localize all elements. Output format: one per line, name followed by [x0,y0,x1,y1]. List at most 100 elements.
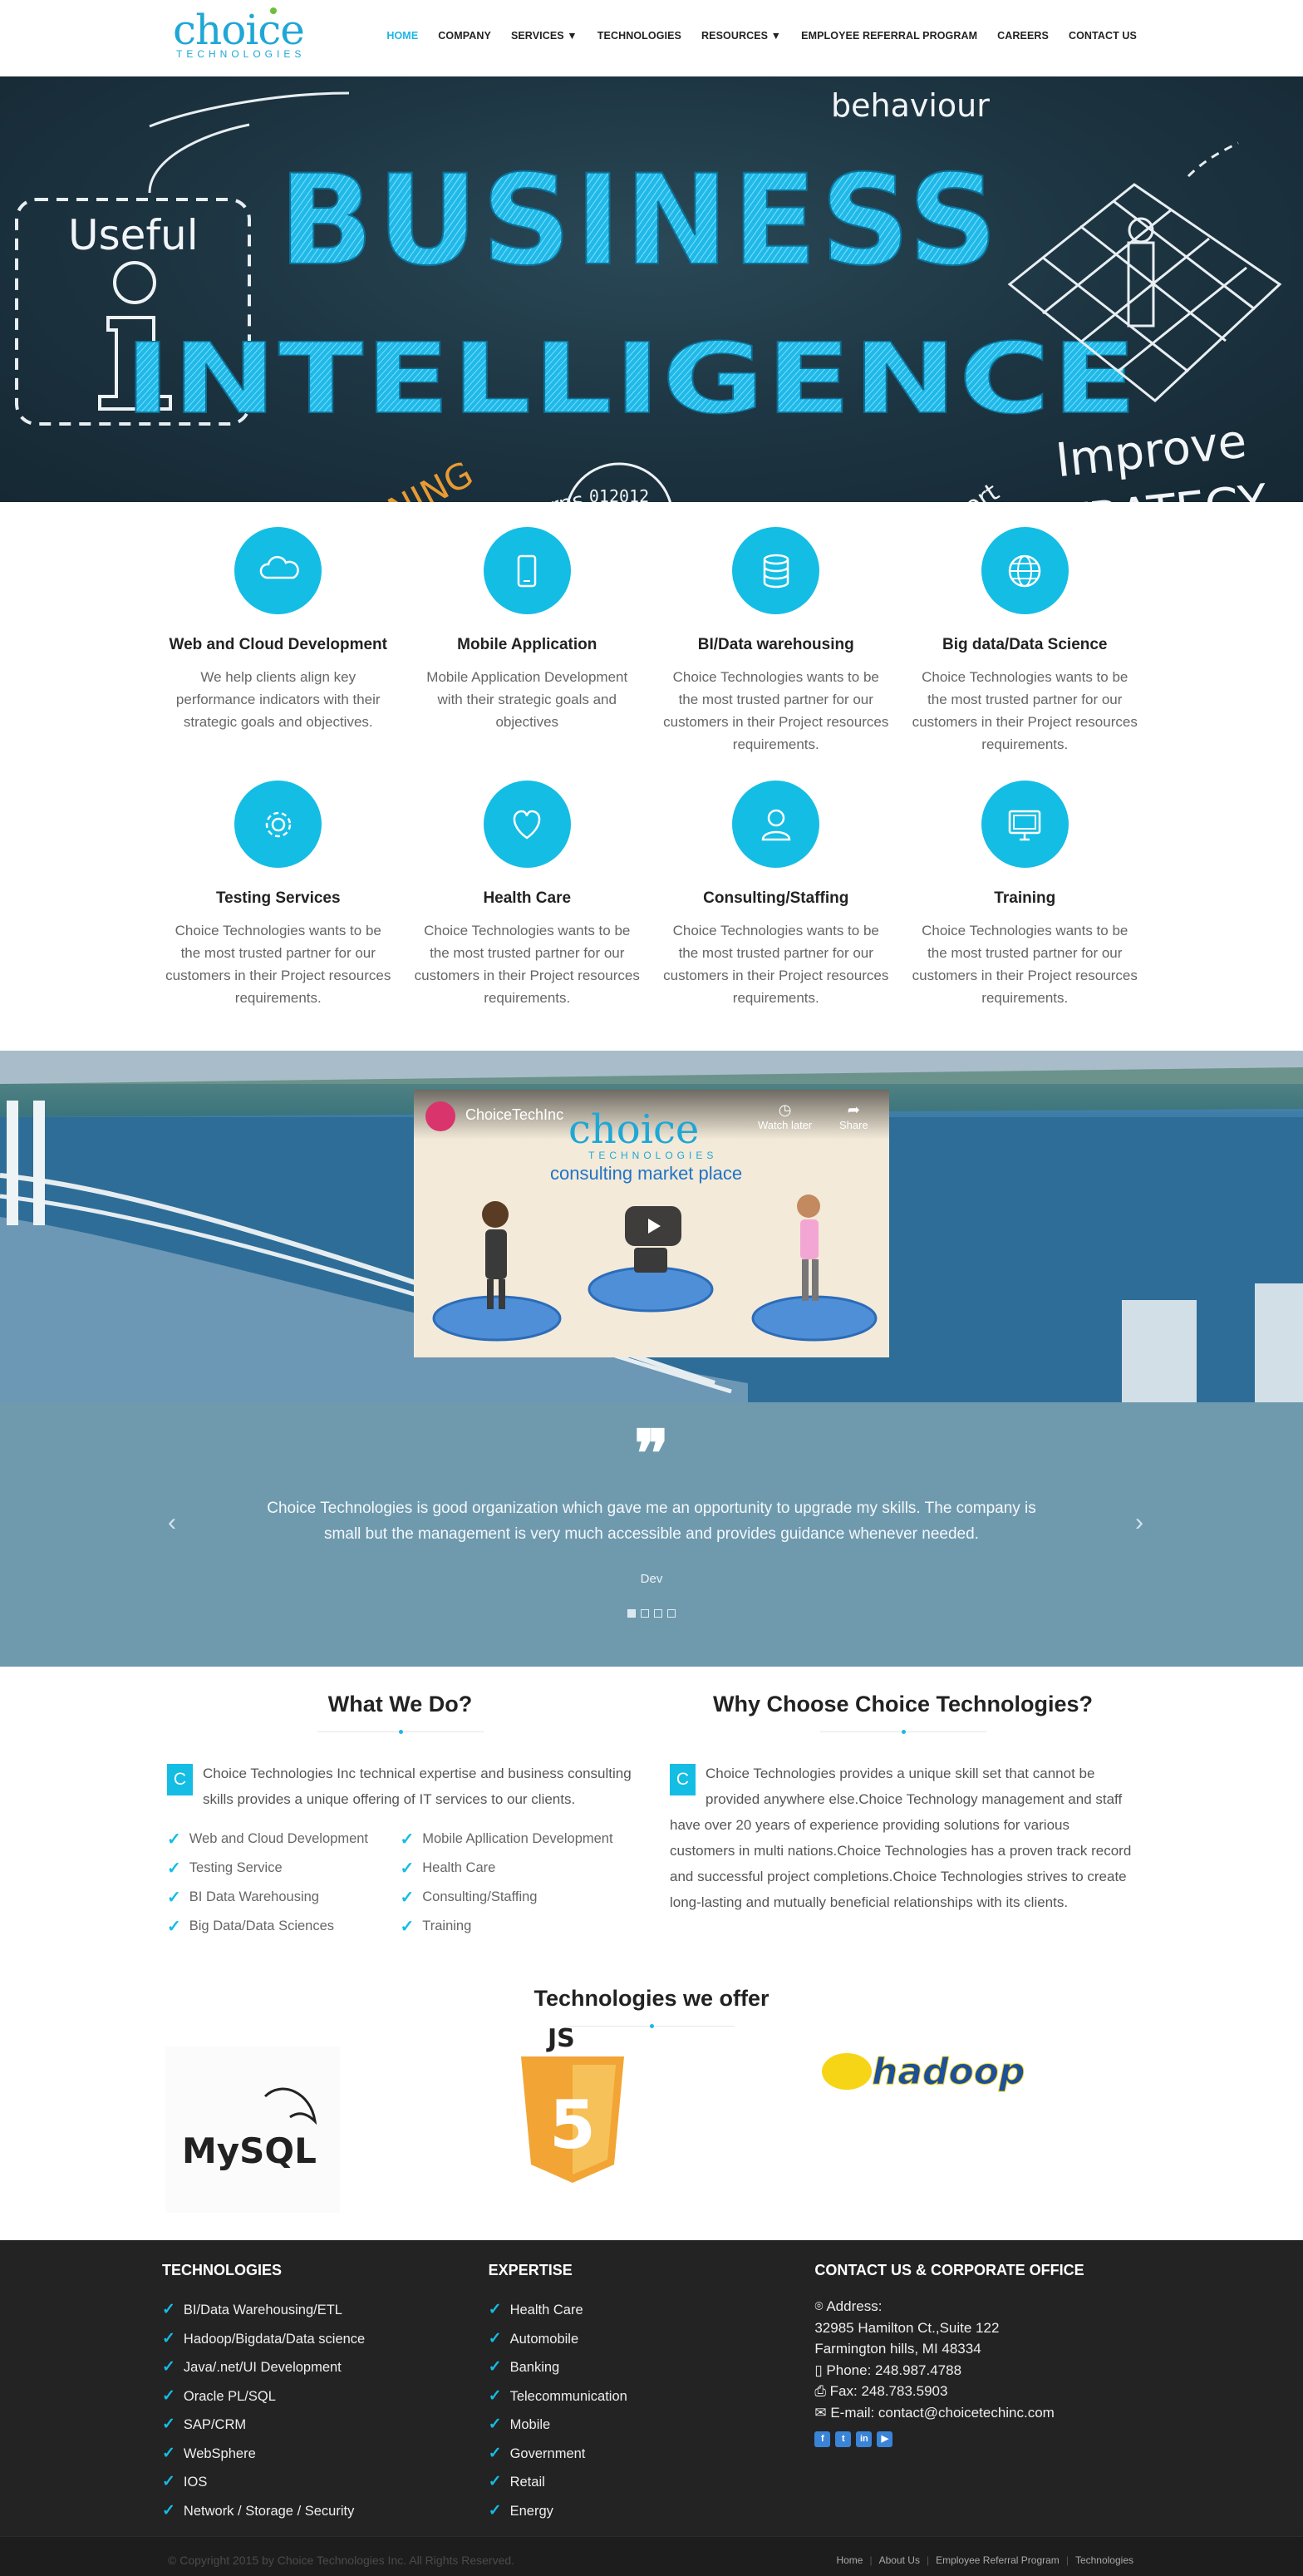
play-button[interactable] [625,1206,681,1246]
service-icon-circle[interactable] [732,781,820,868]
service-icon-circle[interactable] [732,527,820,614]
service-icon-circle[interactable] [483,781,571,868]
service-title[interactable]: Training [912,889,1138,908]
address-line-1: 32985 Hamilton Ct.,Suite 122 [814,2319,1000,2336]
nav-item-resources[interactable]: RESOURCES ▼ [701,30,781,42]
footer-expertise-item[interactable]: ✓ Automobile [489,2325,815,2354]
nav-item-careers[interactable]: CAREERS [997,30,1049,42]
nav-item-technologies[interactable]: TECHNOLOGIES [597,30,681,42]
carousel-dot[interactable] [641,1609,649,1618]
service-icon-circle[interactable] [234,781,322,868]
footer-tech-item[interactable]: ✓ Network / Storage / Security [162,2497,489,2526]
footer-link[interactable]: Home [836,2554,863,2566]
database-icon [763,554,789,588]
hadoop-logo[interactable]: hadoop [814,2038,1055,2105]
carousel-next-arrow[interactable]: › [1135,1509,1143,1537]
video-channel-title[interactable]: ChoiceTechInc [465,1106,563,1124]
hero-binary-1: 012012 [589,486,649,502]
html5-js-logo[interactable]: JS 5 [514,2023,631,2189]
service-title[interactable]: BI/Data warehousing [663,636,889,654]
share-button[interactable]: ➦ Share [839,1101,868,1131]
footer-technologies: TECHNOLOGIES ✓ BI/Data Warehousing/ETL ✓ Ha… [162,2262,489,2525]
footer-tech-item[interactable]: ✓ Java/.net/UI Development [162,2353,489,2382]
service-card: Mobile Application Mobile Application Dev… [403,527,652,756]
footer-expertise-item[interactable]: ✓ Banking [489,2353,815,2382]
twitter-icon[interactable]: t [835,2431,852,2447]
watch-later-label: Watch later [758,1119,813,1131]
service-title[interactable]: Web and Cloud Development [165,636,391,654]
what-list-label: Big Data/Data Sciences [189,1918,335,1933]
nav-item-home[interactable]: HOME [386,30,418,42]
facebook-icon[interactable]: f [814,2431,831,2447]
footer-expertise-item[interactable]: ✓ Health Care [489,2296,815,2325]
footer-expertise-item[interactable]: ✓ Energy [489,2497,815,2526]
footer-link[interactable]: Technologies [1075,2554,1133,2566]
service-title[interactable]: Mobile Application [415,636,641,654]
js-text: JS [546,2024,575,2053]
channel-avatar[interactable] [425,1101,455,1131]
video-player[interactable]: ChoiceTechInc ◷ Watch later ➦ Share choi… [414,1090,889,1357]
watch-later-button[interactable]: ◷ Watch later [758,1101,812,1131]
service-title[interactable]: Consulting/Staffing [663,889,889,908]
site-logo[interactable]: choice TECHNOLOGIES [173,6,314,66]
nav-item-services[interactable]: SERVICES ▼ [511,30,578,42]
footer-expertise-item-label: Telecommunication [509,2388,627,2404]
site-header: choice TECHNOLOGIES HOME COMPANY SERVICES … [0,0,1303,76]
footer-tech-item[interactable]: ✓ Oracle PL/SQL [162,2382,489,2411]
check-icon: ✓ [162,2301,175,2318]
tech-heading: Technologies we offer [533,1986,770,2011]
nav-item-employee-referral-program[interactable]: EMPLOYEE REFERRAL PROGRAM [801,30,977,42]
carousel-prev-arrow[interactable]: ‹ [168,1509,176,1537]
services-grid: Web and Cloud Development We help clients… [154,527,1149,1009]
service-icon-circle[interactable] [981,527,1069,614]
footer-expertise-item[interactable]: ✓ Mobile [489,2411,815,2440]
service-title[interactable]: Testing Services [165,889,391,908]
check-icon: ✓ [167,1918,181,1936]
service-description: Choice Technologies wants to be the most… [663,669,889,752]
service-icon-circle[interactable] [981,781,1069,868]
check-icon: ✓ [162,2501,175,2519]
linkedin-icon[interactable]: in [856,2431,873,2447]
nav-item-contact-us[interactable]: CONTACT US [1069,30,1137,42]
email-link[interactable]: E-mail: contact@choicetechinc.com [830,2405,1055,2421]
service-title[interactable]: Health Care [415,889,641,908]
youtube-icon[interactable]: ▶ [877,2431,893,2447]
mysql-logo[interactable]: MySQL [165,2047,340,2213]
carousel-dot[interactable] [667,1609,676,1618]
link-divider: | [1065,2554,1069,2566]
service-title[interactable]: Big data/Data Science [912,636,1138,654]
check-icon: ✓ [488,2501,502,2519]
what-we-do: What We Do? C Choice Technologies Inc te… [167,1692,633,1984]
footer-link[interactable]: Employee Referral Program [936,2554,1060,2566]
nav-item-company[interactable]: COMPANY [438,30,491,42]
footer-tech-item[interactable]: ✓ IOS [162,2468,489,2497]
check-icon: ✓ [162,2444,175,2462]
check-icon: ✓ [400,1889,415,1907]
footer-expertise-item-label: Retail [509,2475,545,2490]
service-card: Training Choice Technologies wants to be … [901,781,1150,1009]
footer-expertise-item[interactable]: ✓ Retail [489,2468,815,2497]
carousel-dots [0,1609,1303,1618]
footer-tech-item-label: Oracle PL/SQL [183,2388,276,2404]
hero-behaviour-text: behaviour [831,87,990,124]
footer-tech-item[interactable]: ✓ SAP/CRM [162,2411,489,2440]
logo-wordmark: choice [173,6,305,54]
service-description: We help clients align key performance in… [175,669,381,730]
carousel-dot[interactable] [627,1609,636,1618]
check-icon: ✓ [488,2358,502,2376]
footer-tech-item[interactable]: ✓ BI/Data Warehousing/ETL [162,2296,489,2325]
what-text: Choice Technologies Inc technical expert… [203,1766,632,1807]
check-icon: ✓ [488,2473,502,2490]
footer-tech-item[interactable]: ✓ WebSphere [162,2440,489,2469]
footer-link[interactable]: About Us [879,2554,920,2566]
check-icon: ✓ [400,1918,415,1936]
service-icon-circle[interactable] [234,527,322,614]
copyright-text: © Copyright 2015 by Choice Technologies … [168,2554,515,2567]
carousel-dot[interactable] [654,1609,662,1618]
service-icon-circle[interactable] [483,527,571,614]
check-icon: ✓ [400,1859,415,1878]
footer-expertise-item[interactable]: ✓ Telecommunication [489,2382,815,2411]
footer-tech-item[interactable]: ✓ Hadoop/Bigdata/Data science [162,2325,489,2354]
testimonial-author: Dev [640,1572,663,1586]
footer-expertise-item[interactable]: ✓ Government [489,2440,815,2469]
